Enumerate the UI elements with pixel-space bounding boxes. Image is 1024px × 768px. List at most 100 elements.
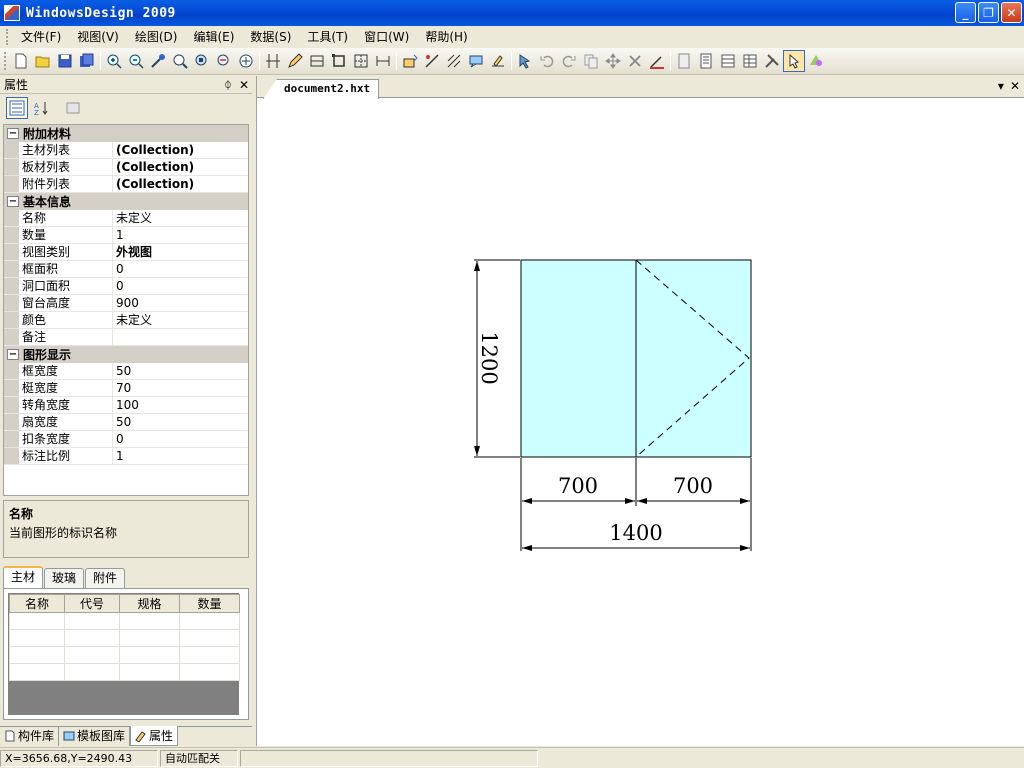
menu-window[interactable]: 窗口(W) (356, 27, 417, 47)
property-row[interactable]: 数量 1 (4, 227, 248, 244)
tab-main-material[interactable]: 主材 (3, 566, 44, 588)
menu-data[interactable]: 数据(S) (242, 27, 299, 47)
property-row[interactable]: 框面积 0 (4, 261, 248, 278)
select-icon[interactable] (514, 50, 536, 72)
toolbar-grip[interactable] (4, 52, 7, 70)
property-row[interactable]: 洞口面积 0 (4, 278, 248, 295)
category-graphic-display[interactable]: − 图形显示 (4, 346, 248, 363)
collapse-icon[interactable]: − (7, 349, 19, 360)
tab-template-library[interactable]: 模板图库 (59, 726, 131, 746)
property-row[interactable]: 颜色 未定义 (4, 312, 248, 329)
report-icon[interactable] (673, 50, 695, 72)
property-value[interactable]: 未定义 (113, 312, 248, 328)
close-button[interactable]: ✕ (1001, 2, 1022, 23)
property-value[interactable]: (Collection) (113, 159, 248, 175)
tab-component-library[interactable]: 构件库 (0, 726, 60, 746)
zoom-extents-icon[interactable] (191, 50, 213, 72)
table-row[interactable] (9, 629, 240, 647)
menu-tools[interactable]: 工具(T) (299, 27, 356, 47)
tab-glass[interactable]: 玻璃 (44, 568, 85, 588)
menu-grip[interactable] (6, 29, 9, 45)
table-icon[interactable] (717, 50, 739, 72)
redo-icon[interactable] (558, 50, 580, 72)
zoom-window-icon[interactable] (169, 50, 191, 72)
save-all-icon[interactable] (76, 50, 98, 72)
window-pane-left[interactable] (520, 259, 637, 458)
column-header-quantity[interactable]: 数量 (179, 594, 240, 613)
property-row[interactable]: 扣条宽度 0 (4, 431, 248, 448)
color-palette-icon[interactable] (805, 50, 827, 72)
table-row[interactable] (9, 646, 240, 664)
list-icon[interactable] (695, 50, 717, 72)
property-row[interactable]: 梃宽度 70 (4, 380, 248, 397)
property-row[interactable]: 名称 未定义 (4, 210, 248, 227)
property-value[interactable]: 未定义 (113, 210, 248, 226)
menu-edit[interactable]: 编辑(E) (185, 27, 242, 47)
column-header-code[interactable]: 代号 (64, 594, 120, 613)
property-pages-icon[interactable] (62, 97, 84, 119)
tab-accessories[interactable]: 附件 (85, 568, 126, 588)
zoom-in-icon[interactable] (103, 50, 125, 72)
delete-icon[interactable] (624, 50, 646, 72)
property-value[interactable]: (Collection) (113, 142, 248, 158)
window-pane-right[interactable] (635, 259, 752, 458)
property-row[interactable]: 转角宽度 100 (4, 397, 248, 414)
zoom-center-icon[interactable] (235, 50, 257, 72)
tab-list-icon[interactable]: ▾ (998, 79, 1004, 93)
property-value[interactable]: 900 (113, 295, 248, 311)
tools-icon[interactable] (761, 50, 783, 72)
copy-icon[interactable] (580, 50, 602, 72)
category-basic-info[interactable]: − 基本信息 (4, 193, 248, 210)
column-header-name[interactable]: 名称 (9, 594, 65, 613)
restore-button[interactable]: ❐ (978, 2, 999, 23)
property-row[interactable]: 框宽度 50 (4, 363, 248, 380)
measure-icon[interactable] (646, 50, 668, 72)
grid-snap-icon[interactable] (350, 50, 372, 72)
property-value[interactable]: 1 (113, 448, 248, 464)
edit-text-icon[interactable] (487, 50, 509, 72)
pointer-mode-icon[interactable] (783, 50, 805, 72)
insert-icon[interactable] (399, 50, 421, 72)
table-row[interactable] (9, 663, 240, 681)
auto-match-status[interactable]: 自动匹配关 (160, 749, 238, 767)
property-value[interactable]: 0 (113, 431, 248, 447)
tab-properties[interactable]: 属性 (130, 726, 179, 746)
pan-icon[interactable] (147, 50, 169, 72)
save-icon[interactable] (54, 50, 76, 72)
zoom-out-icon[interactable] (125, 50, 147, 72)
grid-table-icon[interactable] (739, 50, 761, 72)
categorized-icon[interactable] (6, 97, 28, 119)
mullion-icon[interactable] (262, 50, 284, 72)
property-value[interactable]: 70 (113, 380, 248, 396)
property-value[interactable]: 100 (113, 397, 248, 413)
drawing-canvas[interactable]: 1200 700 700 1400 (257, 98, 1024, 746)
property-value[interactable]: 50 (113, 363, 248, 379)
property-value[interactable]: 外视图 (113, 244, 248, 260)
dimension-icon[interactable] (372, 50, 394, 72)
pin-icon[interactable]: ᛰ (220, 78, 236, 92)
property-value[interactable]: 1 (113, 227, 248, 243)
collapse-icon[interactable]: − (7, 128, 19, 139)
pencil-icon[interactable] (284, 50, 306, 72)
property-value[interactable]: 0 (113, 261, 248, 277)
property-row[interactable]: 视图类别 外视图 (4, 244, 248, 261)
zoom-previous-icon[interactable] (213, 50, 235, 72)
property-row[interactable]: 附件列表 (Collection) (4, 176, 248, 193)
property-value[interactable]: 0 (113, 278, 248, 294)
hatch-icon[interactable] (443, 50, 465, 72)
comment-icon[interactable] (465, 50, 487, 72)
property-value[interactable]: 50 (113, 414, 248, 430)
menu-file[interactable]: 文件(F) (13, 27, 69, 47)
property-row[interactable]: 标注比例 1 (4, 448, 248, 465)
undo-icon[interactable] (536, 50, 558, 72)
property-row[interactable]: 板材列表 (Collection) (4, 159, 248, 176)
table-row[interactable] (9, 612, 240, 630)
document-close-icon[interactable]: ✕ (1010, 79, 1020, 93)
property-value[interactable]: (Collection) (113, 176, 248, 192)
move-icon[interactable] (602, 50, 624, 72)
menu-draw[interactable]: 绘图(D) (127, 27, 186, 47)
menu-help[interactable]: 帮助(H) (417, 27, 475, 47)
minimize-button[interactable]: _ (955, 2, 976, 23)
property-row[interactable]: 主材列表 (Collection) (4, 142, 248, 159)
property-row[interactable]: 窗台高度 900 (4, 295, 248, 312)
